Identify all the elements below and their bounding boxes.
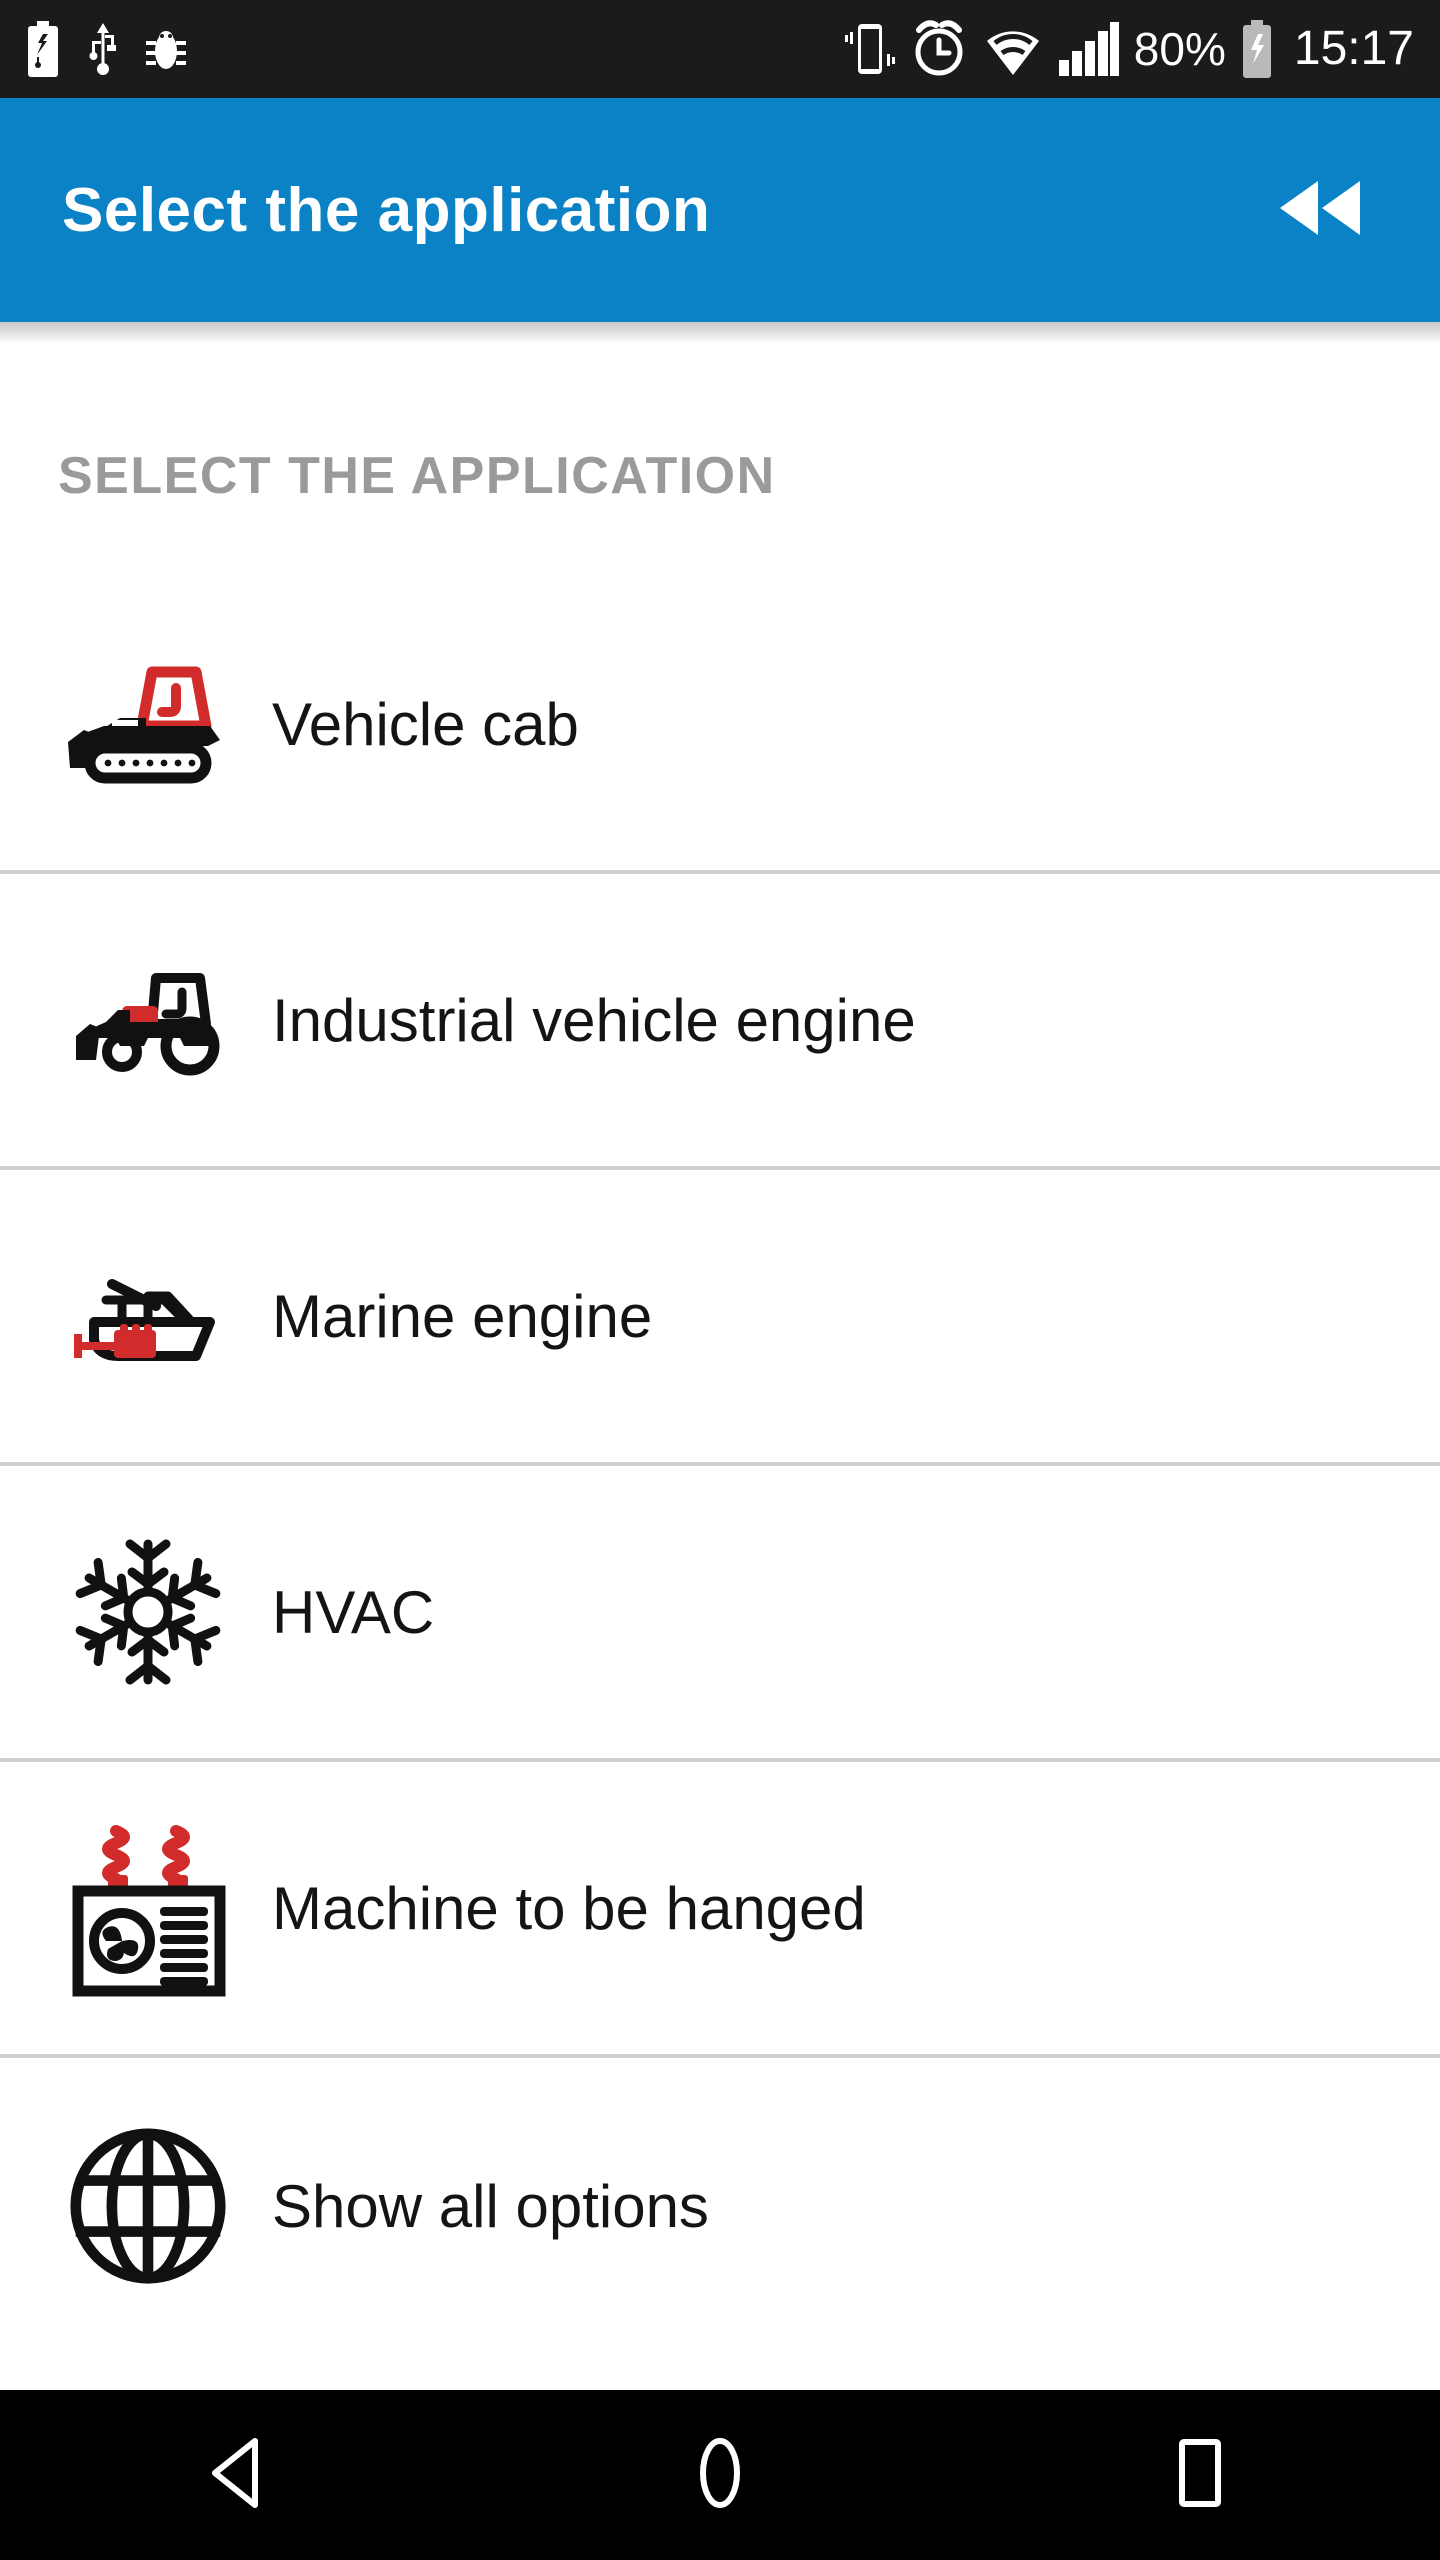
wifi-icon xyxy=(982,23,1044,75)
back-triangle-icon xyxy=(205,2435,275,2516)
app-bar: Select the application xyxy=(0,98,1440,322)
list-item-label: Industrial vehicle engine xyxy=(272,986,916,1054)
list-item-label: Marine engine xyxy=(272,1282,653,1350)
application-list: Vehicle cab Industrial vehicle engine Ma… xyxy=(0,578,1440,2354)
list-item-marine-engine[interactable]: Marine engine xyxy=(0,1170,1440,1466)
list-item-label: Show all options xyxy=(272,2172,709,2240)
status-bar-left-icons xyxy=(26,21,186,77)
list-item-label: Machine to be hanged xyxy=(272,1874,866,1942)
nav-recents-button[interactable] xyxy=(1100,2390,1300,2560)
page-title: Select the application xyxy=(62,175,711,245)
android-navigation-bar xyxy=(0,2390,1440,2560)
status-bar: 80% 15:17 xyxy=(0,0,1440,98)
debug-bug-icon xyxy=(146,23,186,75)
rewind-double-left-icon xyxy=(1274,177,1366,244)
list-item-machine-to-be-hanged[interactable]: Machine to be hanged xyxy=(0,1762,1440,2058)
boat-engine-icon xyxy=(60,1216,236,1416)
usb-battery-charging-icon xyxy=(26,21,60,77)
nav-back-button[interactable] xyxy=(140,2390,340,2560)
snowflake-icon xyxy=(60,1512,236,1712)
status-bar-right-icons: 80% 15:17 xyxy=(844,20,1414,78)
rewind-double-left-button[interactable] xyxy=(1260,150,1380,270)
list-item-label: HVAC xyxy=(272,1578,435,1646)
usb-icon xyxy=(88,21,118,77)
globe-icon xyxy=(60,2106,236,2306)
list-item-vehicle-cab[interactable]: Vehicle cab xyxy=(0,578,1440,874)
bulldozer-cab-icon xyxy=(60,624,236,824)
alarm-clock-icon xyxy=(910,20,968,78)
vibrate-icon xyxy=(844,20,896,78)
cellular-signal-icon xyxy=(1058,22,1120,76)
list-item-hvac[interactable]: HVAC xyxy=(0,1466,1440,1762)
battery-percent-label: 80% xyxy=(1133,23,1226,75)
section-header: SELECT THE APPLICATION xyxy=(58,447,776,505)
home-circle-icon xyxy=(685,2435,755,2516)
content-area: SELECT THE APPLICATION Vehicle cab Indus… xyxy=(0,322,1440,2390)
list-item-industrial-vehicle-engine[interactable]: Industrial vehicle engine xyxy=(0,874,1440,1170)
hvac-unit-spring-icon xyxy=(60,1808,236,2008)
list-item-label: Vehicle cab xyxy=(272,690,579,758)
nav-home-button[interactable] xyxy=(620,2390,820,2560)
battery-charging-icon xyxy=(1240,20,1274,78)
app-bar-shadow xyxy=(0,322,1440,344)
list-item-show-all-options[interactable]: Show all options xyxy=(0,2058,1440,2354)
wheel-loader-engine-icon xyxy=(60,920,236,1120)
recents-square-icon xyxy=(1165,2435,1235,2516)
status-bar-clock: 15:17 xyxy=(1293,22,1414,75)
